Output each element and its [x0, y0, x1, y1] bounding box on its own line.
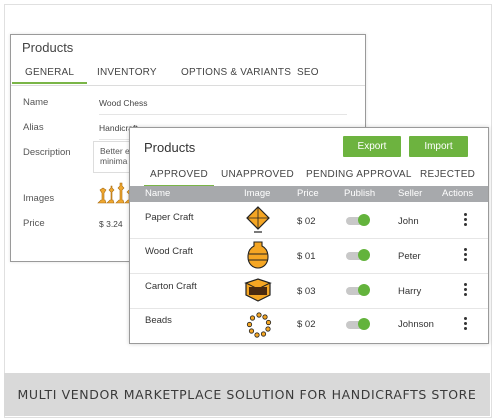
column-seller: Seller [398, 188, 423, 199]
import-button[interactable]: Import [409, 136, 468, 157]
export-button[interactable]: Export [343, 136, 401, 157]
tab-rejected[interactable]: REJECTED [420, 169, 475, 180]
table-row: Wood Craft $ 01 Peter [130, 238, 488, 274]
list-panel-title: Products [144, 140, 196, 155]
price-field[interactable]: $ 3.24 [99, 219, 123, 229]
column-price: Price [297, 188, 319, 199]
row-seller: John [398, 216, 419, 227]
images-label: Images [23, 193, 55, 204]
publish-toggle[interactable] [346, 214, 370, 226]
row-name: Carton Craft [145, 281, 197, 292]
row-actions-menu-icon[interactable] [464, 248, 468, 263]
column-name: Name [145, 188, 171, 199]
kite-icon [246, 206, 270, 233]
approval-tabs: APPROVED UNAPPROVED PENDING APPROVAL REJ… [130, 164, 488, 187]
tab-options-variants[interactable]: OPTIONS & VARIANTS [181, 67, 291, 78]
row-seller: Harry [398, 286, 422, 297]
column-publish: Publish [344, 188, 376, 199]
alias-label: Alias [23, 122, 44, 133]
name-field-underline [99, 114, 347, 115]
column-image: Image [244, 188, 271, 199]
bead-necklace-icon [246, 312, 272, 338]
row-price: $ 02 [297, 319, 316, 330]
row-name: Wood Craft [145, 246, 193, 257]
row-actions-menu-icon[interactable] [464, 283, 468, 298]
table-row: Paper Craft $ 02 John [130, 203, 488, 239]
row-name: Beads [145, 315, 172, 326]
caption-banner: MULTI VENDOR MARKETPLACE SOLUTION FOR HA… [4, 373, 490, 416]
row-name: Paper Craft [145, 212, 194, 223]
row-price: $ 01 [297, 251, 316, 262]
vase-icon [247, 241, 269, 269]
tab-seo[interactable]: SEO [297, 67, 319, 78]
column-actions: Actions [442, 188, 474, 199]
publish-toggle[interactable] [346, 318, 370, 330]
table-header: Name Image Price Publish Seller Actions [130, 186, 488, 202]
row-actions-menu-icon[interactable] [464, 213, 468, 228]
name-field[interactable]: Wood Chess [99, 98, 148, 108]
description-label: Description [23, 147, 71, 158]
row-price: $ 02 [297, 216, 316, 227]
table-row: Beads $ 02 Johnson [130, 308, 488, 343]
publish-toggle[interactable] [346, 284, 370, 296]
tab-inventory[interactable]: INVENTORY [97, 67, 157, 78]
edit-panel-title: Products [22, 40, 74, 55]
tab-unapproved[interactable]: UNAPPROVED [221, 169, 294, 180]
publish-toggle[interactable] [346, 249, 370, 261]
table-row: Carton Craft $ 03 Harry [130, 273, 488, 309]
row-seller: Johnson [398, 319, 434, 330]
price-label: Price [23, 218, 45, 229]
box-icon [244, 278, 272, 302]
tab-pending-approval[interactable]: PENDING APPROVAL [306, 169, 412, 180]
row-seller: Peter [398, 251, 421, 262]
products-list-panel: Products Export Import APPROVED UNAPPROV… [129, 127, 489, 344]
tab-general[interactable]: GENERAL [11, 67, 88, 84]
edit-tabs: GENERAL INVENTORY OPTIONS & VARIANTS SEO [11, 63, 365, 86]
name-label: Name [23, 97, 49, 108]
row-price: $ 03 [297, 286, 316, 297]
row-actions-menu-icon[interactable] [464, 317, 468, 332]
tab-approved[interactable]: APPROVED [144, 169, 214, 187]
